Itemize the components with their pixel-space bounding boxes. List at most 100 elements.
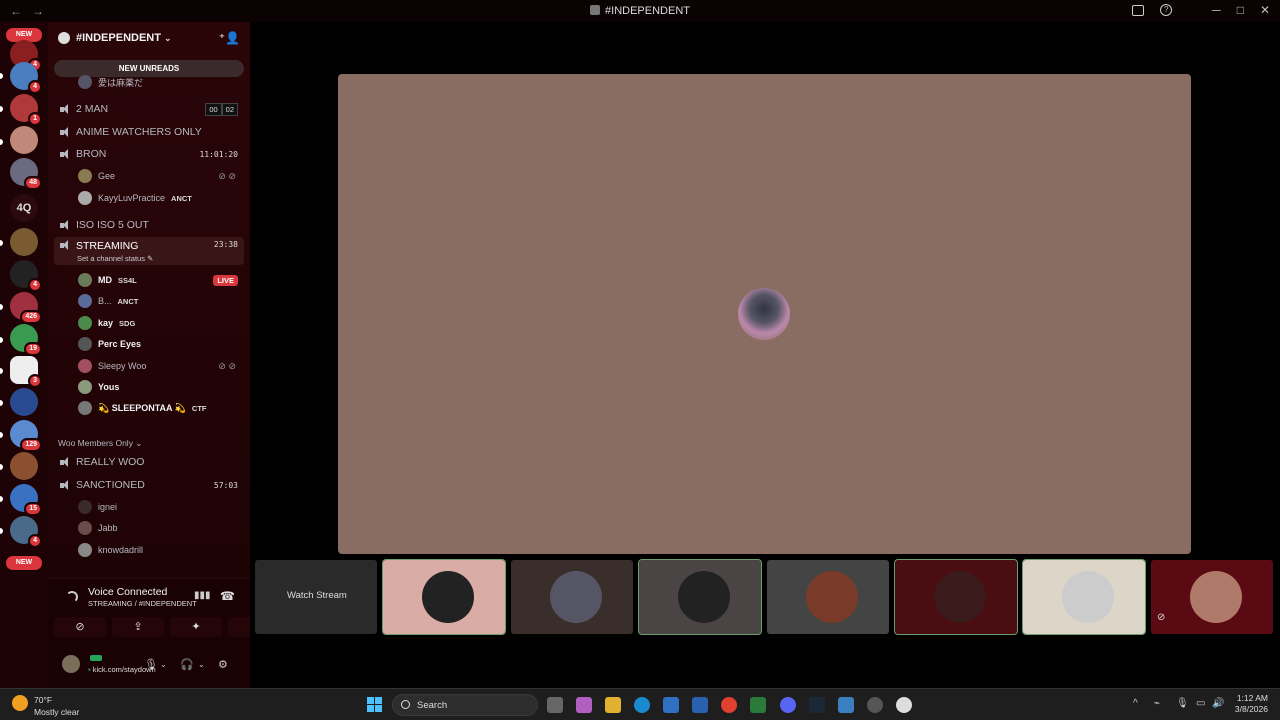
window-title: #INDEPENDENT [0, 5, 1280, 17]
close-button[interactable]: ✕ [1260, 3, 1270, 17]
participant-tile[interactable] [511, 560, 633, 634]
participant-tile[interactable] [1022, 559, 1146, 635]
voice-user[interactable]: 💫 SLEEPONTAA 💫 CTF [78, 398, 244, 418]
voice-stage: Watch Stream ⊘ [250, 22, 1280, 688]
server-icon[interactable] [10, 228, 38, 256]
guild-header[interactable]: #INDEPENDENT ⌄ ⁺👤 [48, 22, 250, 54]
file-explorer-icon[interactable] [605, 697, 621, 713]
voice-user[interactable]: 愛は麻薬だ [78, 72, 244, 92]
chevron-up-icon[interactable]: ^ [1133, 698, 1138, 709]
discord-icon[interactable] [780, 697, 796, 713]
voice-user[interactable]: B... ANCT [78, 291, 244, 311]
server-icon[interactable]: 19 [10, 324, 42, 356]
server-icon[interactable] [10, 126, 38, 154]
voice-channel-path[interactable]: STREAMING / #INDEPENDENT [88, 599, 197, 608]
deafened-icon: ⊘ [1157, 612, 1166, 623]
server-icon[interactable]: 1 [10, 94, 42, 126]
focused-participant-tile[interactable] [338, 74, 1191, 554]
activities-button[interactable]: ✦ [170, 617, 222, 637]
task-view-icon[interactable] [547, 697, 563, 713]
avatar[interactable] [62, 655, 80, 673]
start-button[interactable] [367, 697, 382, 712]
voice-channel-streaming[interactable]: STREAMING 23:38 Set a channel status ✎ [54, 237, 244, 265]
display-icon[interactable]: ▭ [1196, 698, 1205, 709]
participant-tile[interactable] [382, 559, 506, 635]
system-clock[interactable]: 1:12 AM 3/8/2026 [1228, 693, 1268, 715]
voice-user[interactable]: Sleepy Woo ⊘ ⊘ [78, 356, 244, 376]
voice-user[interactable]: knowdadrill [78, 540, 244, 560]
voice-channel-bron[interactable]: BRON 11:01:20 [54, 144, 244, 164]
new-unreads-pill-bottom[interactable]: NEW [6, 556, 42, 570]
microphone-icon[interactable]: 🎙 [144, 658, 158, 671]
voice-user[interactable]: MD SS4L LIVE [78, 270, 244, 290]
server-icon[interactable]: 4 [10, 260, 42, 292]
voice-channel-2-man[interactable]: 2 MAN 00 02 [54, 99, 244, 119]
inbox-icon[interactable] [1132, 4, 1145, 16]
server-icon[interactable] [10, 452, 38, 480]
invite-people-icon[interactable]: ⁺👤 [219, 31, 240, 45]
participant-tile[interactable] [638, 559, 762, 635]
chevron-down-icon[interactable]: ⌄ [160, 660, 167, 669]
category-woo-members[interactable]: Woo Members Only ⌄ [58, 438, 142, 449]
steam-icon[interactable] [809, 697, 825, 713]
app-icon[interactable] [750, 697, 766, 713]
user-settings-icon[interactable]: ⚙ [218, 658, 228, 671]
voice-user[interactable]: Perc Eyes [78, 334, 244, 354]
avatar [78, 337, 92, 351]
signal-icon[interactable] [66, 591, 78, 603]
microphone-icon[interactable]: 🎙 [1176, 698, 1189, 709]
edge-icon[interactable] [634, 697, 650, 713]
server-icon-4q[interactable]: 4Q [10, 194, 38, 222]
headphones-icon[interactable]: 🎧 [180, 658, 194, 671]
share-screen-button[interactable]: ⇪ [112, 617, 164, 637]
voice-user[interactable]: Gee ⊘ ⊘ [78, 166, 244, 186]
taskbar-search[interactable]: Search [392, 694, 538, 716]
speaker-icon [60, 127, 70, 137]
speaker-icon [60, 240, 70, 250]
camera-off-button[interactable]: ⊘ [54, 617, 106, 637]
app-icon[interactable] [576, 697, 592, 713]
mail-icon[interactable] [692, 697, 708, 713]
speaker-icon [60, 220, 70, 230]
chevron-down-icon[interactable]: ⌄ [198, 660, 205, 669]
server-icon[interactable]: 4 [10, 62, 42, 94]
store-icon[interactable] [663, 697, 679, 713]
participant-tile[interactable] [767, 560, 889, 634]
participant-tile[interactable] [894, 559, 1018, 635]
voice-user[interactable]: ignei [78, 497, 244, 517]
voice-user[interactable]: Yous [78, 377, 244, 397]
muted-deafened-icon: ⊘ ⊘ [218, 170, 236, 181]
voice-channel-anime[interactable]: ANIME WATCHERS ONLY [54, 122, 244, 142]
server-icon[interactable]: 3 [10, 356, 42, 388]
avatar [78, 294, 92, 308]
channel-status[interactable]: Set a channel status ✎ [77, 254, 153, 263]
voice-user[interactable]: kay SDG [78, 313, 244, 333]
server-icon[interactable]: 4 [10, 516, 42, 548]
app-icon[interactable] [867, 697, 883, 713]
network-icon[interactable]: ⌁ [1154, 698, 1160, 709]
disconnect-icon[interactable]: ☎ [220, 589, 235, 603]
participant-tile[interactable]: ⊘ [1151, 560, 1273, 634]
voice-channel-really-woo[interactable]: REALLY WOO [54, 452, 244, 472]
stream-preview-tile[interactable]: Watch Stream [255, 560, 377, 634]
voice-channel-iso[interactable]: ISO ISO 5 OUT [54, 215, 244, 235]
watch-stream-button[interactable]: Watch Stream [287, 590, 347, 601]
app-icon[interactable] [896, 697, 912, 713]
server-icon[interactable]: 48 [10, 158, 42, 190]
help-icon[interactable]: ? [1160, 4, 1173, 16]
voice-channel-sanctioned[interactable]: SANCTIONED 57:03 [54, 475, 244, 495]
voice-user[interactable]: Jabb [78, 518, 244, 538]
server-icon[interactable]: 15 [10, 484, 42, 516]
server-icon[interactable]: 129 [10, 420, 42, 452]
chrome-icon[interactable] [721, 697, 737, 713]
maximize-button[interactable]: □ [1237, 3, 1244, 17]
app-icon[interactable] [838, 697, 854, 713]
speaking-indicator [90, 655, 102, 661]
server-icon[interactable] [10, 388, 38, 416]
minimize-button[interactable]: ─ [1212, 3, 1221, 17]
noise-suppression-icon[interactable]: ▮▮▮ [194, 590, 211, 601]
voice-user[interactable]: KayyLuvPractice ANCT [78, 188, 244, 208]
server-icon[interactable]: 426 [10, 292, 42, 324]
volume-icon[interactable]: 🔊 [1212, 698, 1224, 709]
unread-indicator [0, 528, 3, 534]
